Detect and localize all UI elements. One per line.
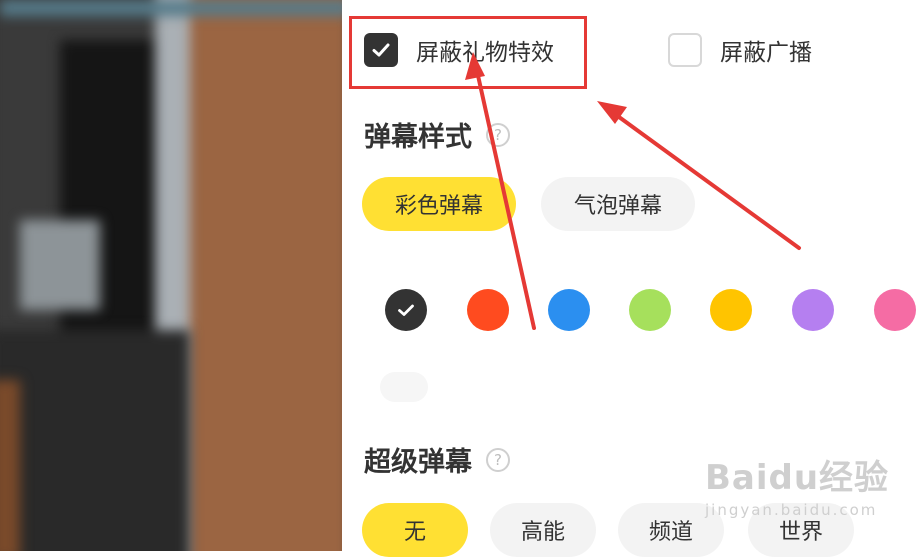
- block-broadcast-toggle[interactable]: 屏蔽广播: [668, 30, 812, 70]
- block-gift-effects-toggle[interactable]: 屏蔽礼物特效: [364, 30, 554, 70]
- color-swatch-yellow[interactable]: [710, 289, 752, 331]
- check-icon: [398, 304, 414, 316]
- style-option-bubble[interactable]: 气泡弹幕: [541, 177, 695, 231]
- color-swatch-pink[interactable]: [874, 289, 916, 331]
- super-danmaku-title: 超级弹幕: [364, 447, 472, 478]
- super-danmaku-section: 超级弹幕 ?: [364, 440, 510, 479]
- help-icon[interactable]: ?: [486, 447, 510, 472]
- check-icon: [372, 43, 390, 57]
- color-swatch-blue[interactable]: [548, 289, 590, 331]
- block-broadcast-checkbox[interactable]: [668, 33, 702, 67]
- video-blur-region: [190, 0, 342, 551]
- style-option-color[interactable]: 彩色弹幕: [362, 177, 516, 231]
- super-option-none[interactable]: 无: [362, 503, 468, 557]
- super-option-world[interactable]: 世界: [748, 503, 854, 557]
- help-icon[interactable]: ?: [486, 122, 510, 147]
- super-option-channel[interactable]: 频道: [618, 503, 724, 557]
- video-blur-region: [20, 220, 100, 310]
- color-swatch-red[interactable]: [467, 289, 509, 331]
- video-blur-region: [0, 380, 20, 551]
- danmaku-style-section: 弹幕样式 ?: [364, 115, 510, 154]
- video-blur-region: [0, 0, 342, 16]
- super-option-high-energy[interactable]: 高能: [490, 503, 596, 557]
- block-broadcast-label: 屏蔽广播: [720, 40, 812, 66]
- video-preview: [0, 0, 342, 551]
- block-gift-effects-checkbox[interactable]: [364, 33, 398, 67]
- video-blur-region: [0, 330, 190, 551]
- faded-option: [380, 372, 428, 402]
- color-swatch-purple[interactable]: [792, 289, 834, 331]
- block-gift-effects-label: 屏蔽礼物特效: [416, 40, 554, 66]
- color-swatch-dark[interactable]: [385, 289, 427, 331]
- danmaku-style-title: 弹幕样式: [364, 122, 472, 153]
- color-swatch-green[interactable]: [629, 289, 671, 331]
